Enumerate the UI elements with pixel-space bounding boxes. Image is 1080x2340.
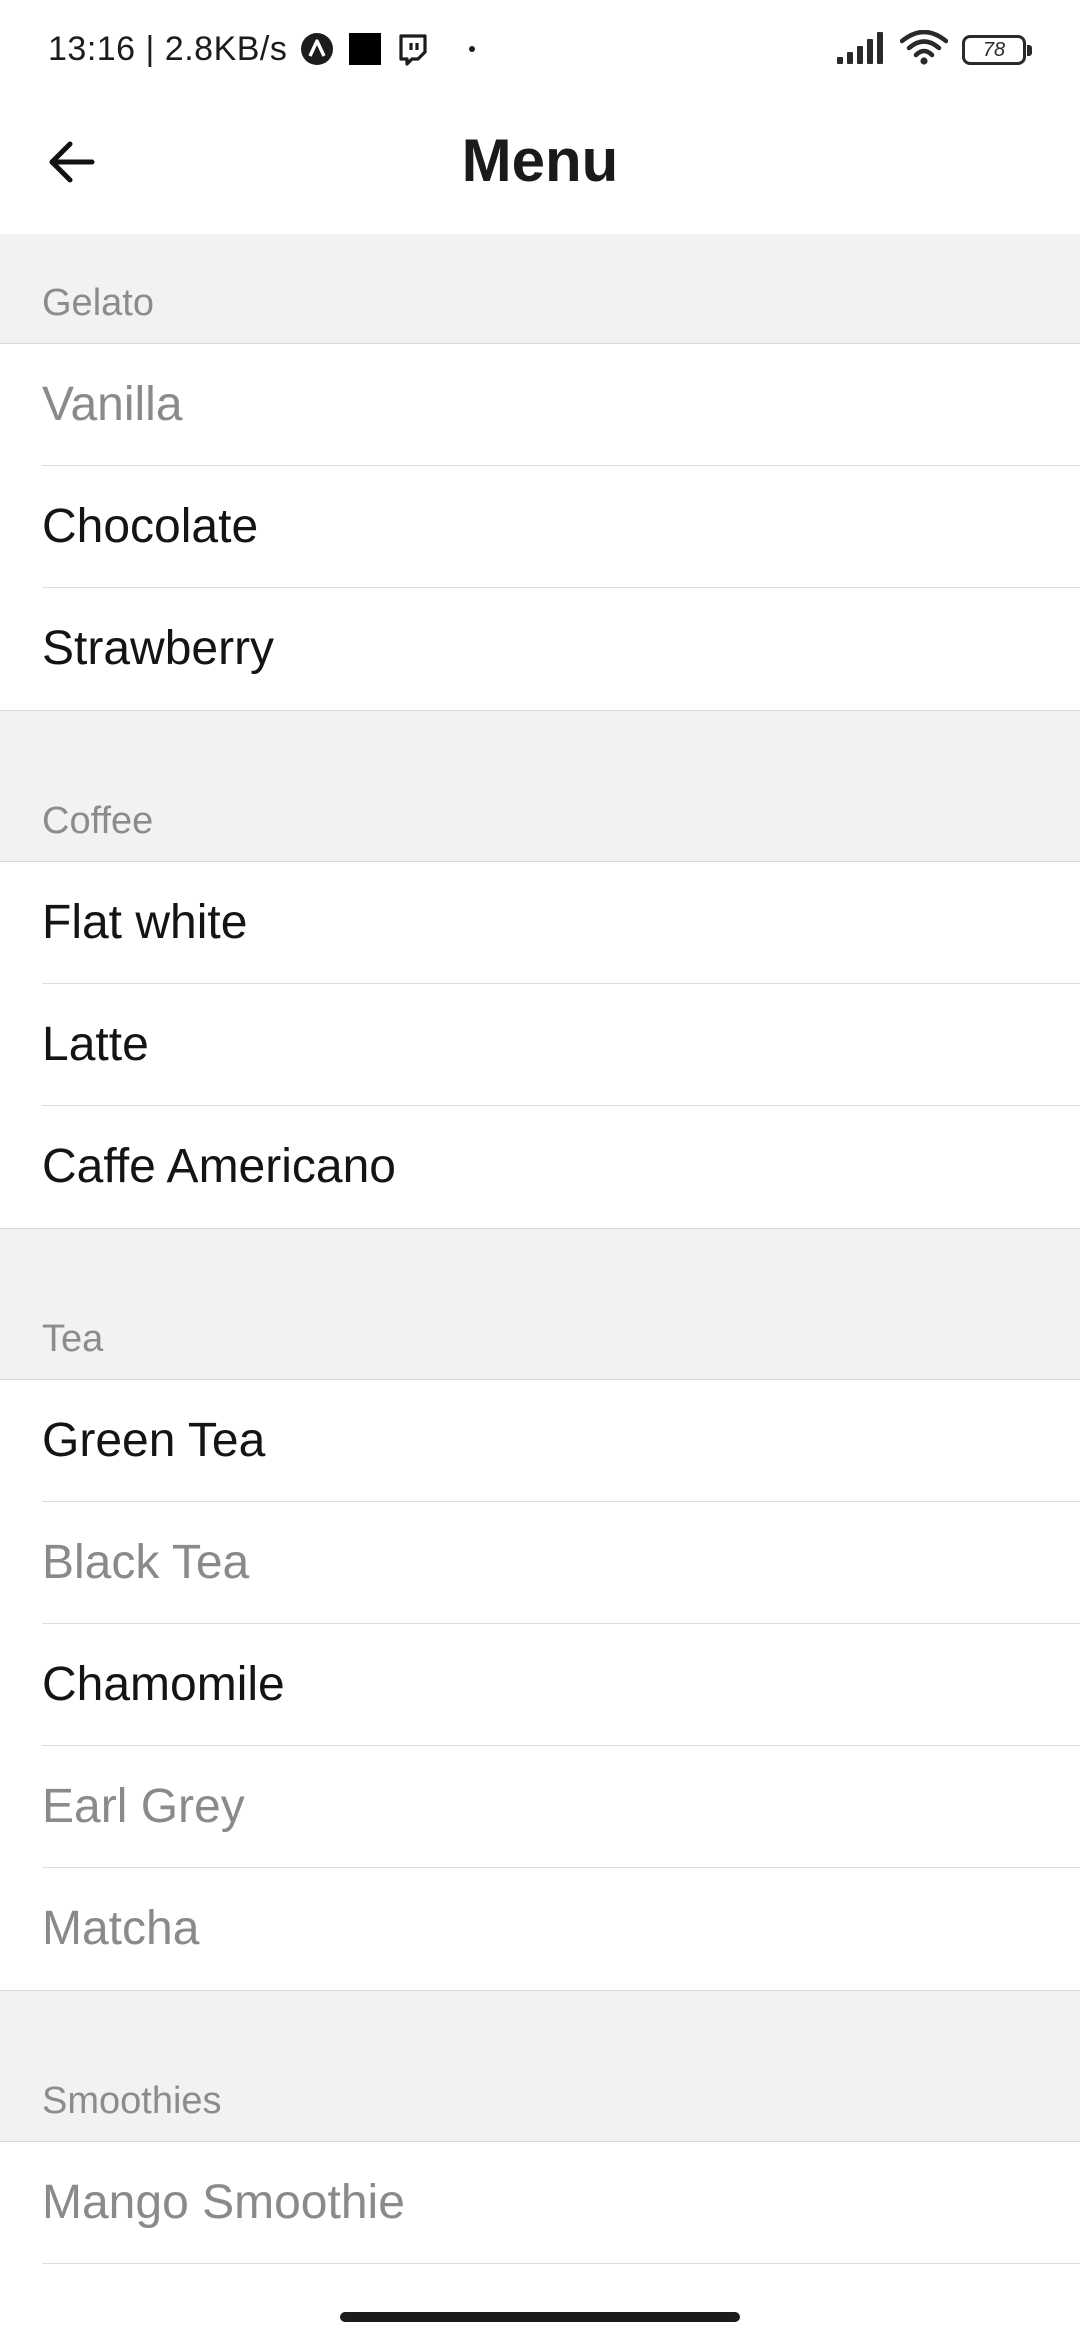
section-label: Tea [42, 1318, 104, 1360]
menu-item-label: Chocolate [42, 500, 259, 553]
menu-item-flat-white[interactable]: Flat white [0, 862, 1080, 984]
section-header-smoothies: Smoothies [0, 1990, 1080, 2142]
menu-item-matcha[interactable]: Matcha [0, 1868, 1080, 1990]
app-a-icon [299, 31, 335, 67]
app-bar: Menu [0, 96, 1080, 234]
menu-item-vanilla[interactable]: Vanilla [0, 344, 1080, 466]
status-left: 13:16 | 2.8KB/s [48, 26, 476, 72]
menu-item-latte[interactable]: Latte [0, 984, 1080, 1106]
dot-icon [469, 46, 476, 52]
status-right: 78 [836, 29, 1032, 71]
section-header-gelato: Gelato [0, 234, 1080, 344]
battery-level: 78 [982, 39, 1006, 61]
menu-item-chamomile[interactable]: Chamomile [0, 1624, 1080, 1746]
menu-item-label: Flat white [42, 896, 248, 949]
section-header-coffee: Coffee [0, 710, 1080, 862]
menu-item-label: Mango Smoothie [42, 2176, 405, 2229]
signal-icon [836, 31, 886, 70]
status-bar: 13:16 | 2.8KB/s 78 [0, 0, 1080, 96]
menu-item-label: Strawberry [42, 622, 275, 675]
menu-item-earl-grey[interactable]: Earl Grey [0, 1746, 1080, 1868]
section-header-tea: Tea [0, 1228, 1080, 1380]
status-time: 13:16 | 2.8KB/s [48, 29, 288, 68]
menu-item-label: Latte [42, 1018, 149, 1071]
black-square-icon [347, 31, 383, 67]
menu-item-label: Matcha [42, 1902, 200, 1955]
menu-item-label: Caffe Americano [42, 1140, 396, 1193]
section-label: Coffee [42, 800, 154, 842]
menu-item-mango-smoothie[interactable]: Mango Smoothie [0, 2142, 1080, 2264]
divider [42, 2263, 1080, 2264]
menu-item-label: Chamomile [42, 1658, 285, 1711]
menu-item-label: Earl Grey [42, 1780, 245, 1833]
wifi-icon [899, 29, 949, 71]
menu-item-chocolate[interactable]: Chocolate [0, 466, 1080, 588]
section-label: Smoothies [42, 2080, 222, 2122]
menu-item-caffe-americano[interactable]: Caffe Americano [0, 1106, 1080, 1228]
twitch-icon [395, 31, 431, 67]
menu-item-black-tea[interactable]: Black Tea [0, 1502, 1080, 1624]
menu-list: Gelato Vanilla Chocolate Strawberry Coff… [0, 234, 1080, 2264]
battery-icon: 78 [962, 35, 1032, 65]
menu-item-label: Vanilla [42, 378, 183, 431]
menu-item-label: Green Tea [42, 1414, 266, 1467]
page-title: Menu [461, 127, 619, 194]
menu-item-strawberry[interactable]: Strawberry [0, 588, 1080, 710]
menu-item-green-tea[interactable]: Green Tea [0, 1380, 1080, 1502]
section-label: Gelato [42, 282, 154, 324]
home-indicator[interactable] [340, 2312, 740, 2322]
menu-item-label: Black Tea [42, 1536, 250, 1589]
